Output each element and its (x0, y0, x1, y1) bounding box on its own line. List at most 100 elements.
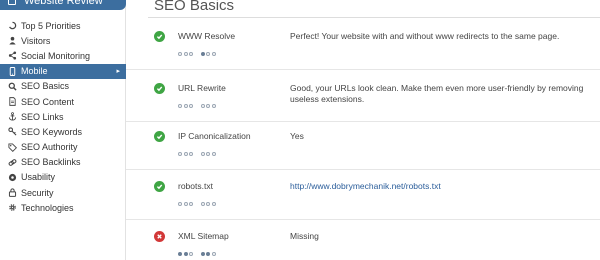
importance-dots (178, 104, 195, 108)
sidebar-item-seo-backlinks[interactable]: SEO Backlinks (0, 155, 126, 170)
level-dot (206, 104, 210, 108)
level-dot (200, 202, 205, 206)
anchor-icon (8, 112, 17, 121)
level-dot (183, 104, 188, 108)
check-row-robots-txt: robots.txt http://www.dobrymechanik.net/r… (126, 168, 600, 220)
sidebar-item-mobile[interactable]: Mobile ▸ (0, 63, 126, 79)
sidebar-item-label: Social Monitoring (21, 50, 91, 61)
check-row-ip-canonicalization: IP Canonicalization Yes (126, 118, 600, 170)
check-icon (154, 131, 165, 142)
check-row-url-rewrite: URL Rewrite Good, your URLs look clean. M… (126, 70, 600, 122)
mobile-icon (8, 66, 17, 76)
search-icon (8, 82, 17, 91)
sidebar-item-label: Security (21, 187, 54, 198)
level-dot (189, 252, 193, 256)
sidebar-item-label: Top 5 Priorities (21, 20, 81, 31)
result-link[interactable]: http://www.dobrymechanik.net/robots.txt (290, 181, 590, 192)
check-icon (154, 31, 165, 42)
difficulty-dots (200, 252, 218, 256)
level-dot (206, 152, 210, 156)
level-dot (211, 52, 216, 56)
level-dot (178, 252, 182, 256)
key-icon (8, 127, 17, 136)
importance-difficulty-indicator (178, 52, 217, 56)
level-dot (189, 52, 193, 56)
sidebar-item-social-monitoring[interactable]: Social Monitoring (0, 48, 126, 63)
gear-icon (8, 203, 17, 212)
level-dot (200, 252, 205, 256)
level-dot (200, 152, 205, 156)
level-dot (211, 252, 216, 256)
level-dot (206, 252, 210, 256)
importance-dots (178, 52, 195, 56)
sidebar-header-title: Website Review (24, 0, 103, 7)
level-dot (183, 252, 188, 256)
sidebar-item-technologies[interactable]: Technologies (0, 200, 126, 215)
sidebar-item-seo-keywords[interactable]: SEO Keywords (0, 124, 126, 139)
sidebar-item-label: SEO Basics (21, 81, 70, 92)
sidebar-item-seo-content[interactable]: SEO Content (0, 94, 126, 109)
level-dot (206, 52, 210, 56)
importance-difficulty-indicator (178, 202, 217, 206)
page-title: SEO Basics (154, 0, 235, 14)
level-dot (200, 52, 205, 56)
sidebar-item-top-5-priorities[interactable]: Top 5 Priorities (0, 18, 126, 33)
sidebar-header[interactable]: Website Review (0, 0, 126, 10)
level-dot (211, 202, 216, 206)
sidebar-item-label: SEO Links (21, 111, 64, 122)
share-icon (8, 51, 17, 61)
sidebar-item-label: SEO Keywords (21, 126, 83, 137)
check-result: Yes (290, 131, 304, 141)
difficulty-dots (200, 152, 218, 156)
importance-difficulty-indicator (178, 252, 217, 256)
sidebar-item-security[interactable]: Security (0, 185, 126, 200)
level-dot (189, 104, 193, 108)
caret-right-icon: ▸ (116, 67, 120, 75)
sidebar-item-usability[interactable]: Usability (0, 170, 126, 185)
check-icon (154, 181, 165, 192)
visitors-icon (8, 36, 17, 45)
check-row-www-resolve: WWW Resolve Perfect! Your website with an… (126, 18, 600, 70)
lock-icon (8, 188, 17, 198)
sidebar-item-label: Visitors (21, 35, 51, 46)
check-name: URL Rewrite (178, 83, 226, 93)
check-row-xml-sitemap: XML Sitemap Missing (126, 218, 600, 260)
importance-dots (178, 202, 195, 206)
sidebar: Website Review Top 5 Priorities Visitors S… (0, 0, 126, 260)
level-dot (189, 202, 193, 206)
sidebar-item-label: Technologies (21, 202, 74, 213)
check-name: IP Canonicalization (178, 131, 251, 141)
check-name: XML Sitemap (178, 231, 229, 241)
check-result: Perfect! Your website with and without w… (290, 31, 560, 41)
check-result: Good, your URLs look clean. Make them ev… (290, 83, 584, 104)
level-dot (211, 104, 216, 108)
level-dot (183, 152, 188, 156)
level-dot (183, 202, 188, 206)
level-dot (183, 52, 188, 56)
difficulty-dots (200, 52, 218, 56)
level-dot (189, 152, 193, 156)
check-result: Missing (290, 231, 319, 241)
sidebar-item-label: Usability (21, 172, 56, 183)
importance-dots (178, 252, 195, 256)
sidebar-item-label: SEO Backlinks (21, 157, 81, 168)
difficulty-dots (200, 104, 218, 108)
sidebar-item-seo-authority[interactable]: SEO Authority (0, 140, 126, 155)
sidebar-item-seo-links[interactable]: SEO Links (0, 109, 126, 124)
sidebar-item-label: Mobile (21, 66, 48, 77)
sidebar-item-seo-basics[interactable]: SEO Basics (0, 79, 126, 94)
cross-icon (154, 231, 165, 242)
importance-difficulty-indicator (178, 152, 217, 156)
level-dot (206, 202, 210, 206)
check-name: WWW Resolve (178, 31, 236, 41)
monitor-icon (8, 0, 16, 5)
level-dot (178, 52, 182, 56)
level-dot (178, 202, 182, 206)
importance-dots (178, 152, 195, 156)
main-content: SEO Basics WWW Resolve Perfect! Your webs… (126, 0, 600, 260)
sidebar-item-visitors[interactable]: Visitors (0, 33, 126, 48)
tag-icon (8, 143, 17, 152)
check-icon (154, 83, 165, 94)
level-dot (211, 152, 216, 156)
difficulty-dots (200, 202, 218, 206)
